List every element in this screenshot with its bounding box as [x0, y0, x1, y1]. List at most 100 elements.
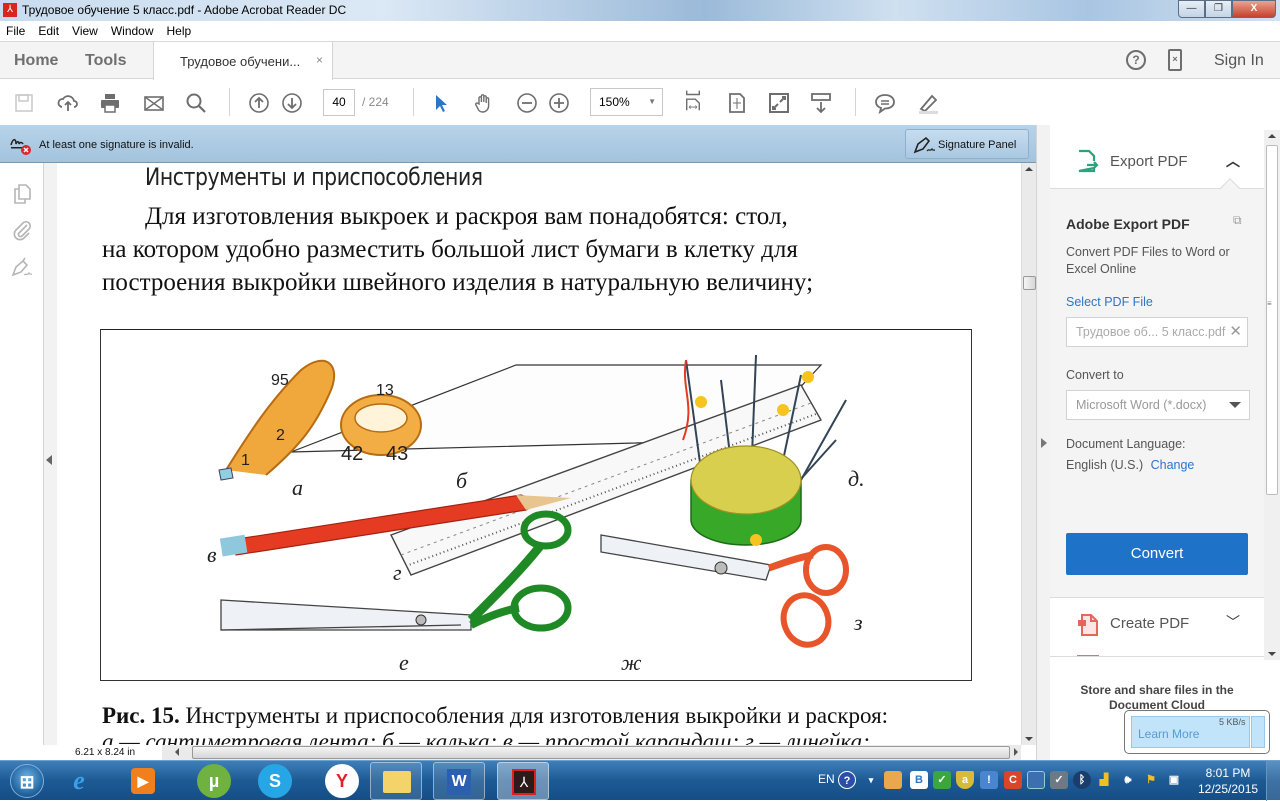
right-pane-scrollbar[interactable]: ≡ — [1264, 130, 1280, 660]
document-view[interactable]: Инструменты и приспособления Для изготов… — [57, 163, 1021, 745]
close-button[interactable]: X — [1232, 0, 1276, 18]
convert-button[interactable]: Convert — [1066, 533, 1248, 575]
scroll-right-arrow-icon[interactable] — [1014, 748, 1018, 756]
right-pane-scroll-thumb[interactable] — [1266, 145, 1278, 495]
power-tray-icon[interactable]: ▣ — [1165, 771, 1183, 789]
start-button[interactable]: ⊞ — [10, 764, 44, 798]
scroll-left-arrow-icon[interactable] — [175, 748, 179, 756]
help-icon[interactable]: ? — [1126, 50, 1146, 70]
search-icon[interactable] — [185, 92, 207, 114]
selected-file-field[interactable]: Трудовое об... 5 класс.pdf ✕ — [1066, 317, 1248, 347]
help-tray-icon[interactable]: ? — [838, 771, 856, 789]
scroll-up-arrow-icon[interactable] — [1268, 134, 1276, 138]
chevron-down-icon[interactable]: ﹀ — [1226, 612, 1240, 632]
fullscreen-icon[interactable] — [768, 92, 790, 114]
figure-label-a: а — [292, 475, 303, 500]
page-thumbnails-icon[interactable] — [11, 183, 33, 205]
change-language-link[interactable]: Change — [1151, 458, 1195, 472]
scroll-down-arrow-icon[interactable] — [1025, 737, 1033, 741]
chevron-up-icon[interactable]: ︿ — [1226, 151, 1240, 171]
scroll-down-arrow-icon[interactable] — [1268, 652, 1276, 656]
internet-explorer-icon[interactable]: e — [62, 764, 96, 798]
action-center-flag-icon[interactable]: ⚑ — [1142, 771, 1160, 789]
select-cursor-icon[interactable] — [430, 92, 452, 114]
highlight-icon[interactable] — [917, 92, 939, 114]
file-explorer-taskbar-button[interactable] — [370, 762, 422, 800]
wifi-tray-icon[interactable]: ▟ — [1095, 771, 1113, 789]
skype-icon[interactable]: S — [258, 764, 292, 798]
tab-document[interactable]: Трудовое обучени... × — [153, 42, 333, 80]
document-horizontal-scrollbar[interactable]: 6.21 x 8.24 in — [57, 745, 1021, 760]
title-bar: ⅄ Трудовое обучение 5 класс.pdf - Adobe … — [0, 0, 1280, 21]
scroll-up-arrow-icon[interactable] — [1025, 167, 1033, 171]
zoom-out-icon[interactable] — [516, 92, 538, 114]
print-icon[interactable] — [99, 92, 121, 114]
learn-more-link[interactable]: Learn More — [1138, 727, 1199, 741]
page-up-icon[interactable] — [248, 92, 270, 114]
menu-window[interactable]: Window — [111, 24, 154, 38]
network-share-tray-icon[interactable] — [884, 771, 902, 789]
sync-tray-icon[interactable]: ✓ — [933, 771, 951, 789]
tab-close-icon[interactable]: × — [316, 53, 323, 67]
menu-view[interactable]: View — [72, 24, 98, 38]
utorrent-icon[interactable]: µ — [197, 764, 231, 798]
network-alert-tray-icon[interactable]: ! — [980, 771, 998, 789]
export-pdf-header[interactable]: Export PDF ︿ — [1050, 125, 1264, 188]
menu-help[interactable]: Help — [167, 24, 192, 38]
zoom-level-select[interactable]: 150% ▼ — [590, 88, 663, 116]
network-arrows-icon[interactable] — [1251, 716, 1265, 748]
horizontal-scroll-thumb[interactable] — [192, 746, 1010, 759]
menu-file[interactable]: File — [6, 24, 25, 38]
acrobat-taskbar-button[interactable]: ⅄ — [497, 762, 549, 800]
fit-width-icon[interactable] — [682, 89, 704, 117]
yandex-browser-icon[interactable]: Y — [325, 764, 359, 798]
clock-time: 8:01 PM — [1205, 766, 1251, 780]
page-number-input[interactable]: 40 — [323, 89, 355, 116]
display-tray-icon[interactable] — [1027, 771, 1045, 789]
create-pdf-icon — [1078, 614, 1098, 636]
select-pdf-file-link[interactable]: Select PDF File — [1066, 295, 1153, 309]
word-taskbar-button[interactable]: W — [433, 762, 485, 800]
ccleaner-tray-icon[interactable]: C — [1004, 771, 1022, 789]
mobile-link-icon[interactable]: × — [1168, 49, 1182, 71]
hand-icon[interactable] — [473, 92, 495, 114]
minimize-button[interactable]: — — [1178, 0, 1205, 18]
signature-panel-button[interactable]: Signature Panel — [905, 129, 1029, 159]
show-desktop-button[interactable] — [1266, 761, 1280, 801]
upload-cloud-icon[interactable] — [57, 92, 79, 114]
vertical-scroll-thumb[interactable] — [1023, 276, 1036, 290]
scroll-grip-icon: ≡ — [1267, 299, 1272, 308]
left-pane-toggle[interactable] — [44, 163, 57, 745]
collapse-right-arrow-icon[interactable] — [1041, 438, 1047, 448]
collapse-left-arrow-icon[interactable] — [46, 455, 52, 465]
right-pane-toggle[interactable] — [1036, 125, 1050, 760]
sign-in-button[interactable]: Sign In — [1214, 52, 1264, 70]
save-icon[interactable] — [13, 92, 35, 114]
attachments-icon[interactable] — [11, 219, 33, 241]
tab-tools[interactable]: Tools — [85, 52, 126, 70]
zoom-in-icon[interactable] — [548, 92, 570, 114]
scroll-mode-icon[interactable] — [810, 92, 832, 114]
convert-format-select[interactable]: Microsoft Word (*.docx) — [1066, 390, 1250, 420]
signatures-icon[interactable] — [11, 256, 33, 278]
create-pdf-header[interactable]: Create PDF ﹀ — [1050, 599, 1264, 657]
tab-home[interactable]: Home — [14, 52, 58, 70]
email-icon[interactable] — [143, 92, 165, 114]
bluetooth-tray-icon[interactable]: ᛒ — [1073, 771, 1091, 789]
media-player-icon[interactable]: ▶ — [131, 768, 155, 794]
fit-page-icon[interactable] — [726, 92, 748, 114]
language-indicator[interactable]: EN — [818, 772, 835, 786]
comment-icon[interactable] — [874, 92, 896, 115]
usb-tray-icon[interactable]: ✓ — [1050, 771, 1068, 789]
avast-tray-icon[interactable]: a — [956, 771, 974, 789]
clear-file-icon[interactable]: ✕ — [1229, 318, 1242, 346]
system-clock[interactable]: 8:01 PM 12/25/2015 — [1198, 765, 1258, 797]
vk-tray-icon[interactable]: B — [910, 771, 928, 789]
document-vertical-scrollbar[interactable] — [1021, 163, 1036, 745]
show-hidden-icons[interactable]: ▾ — [862, 771, 880, 789]
volume-tray-icon[interactable]: 🕪 — [1119, 771, 1137, 789]
restore-button[interactable]: ❐ — [1205, 0, 1232, 18]
pen-signature-icon — [913, 136, 936, 154]
menu-edit[interactable]: Edit — [38, 24, 59, 38]
page-down-icon[interactable] — [281, 92, 303, 114]
